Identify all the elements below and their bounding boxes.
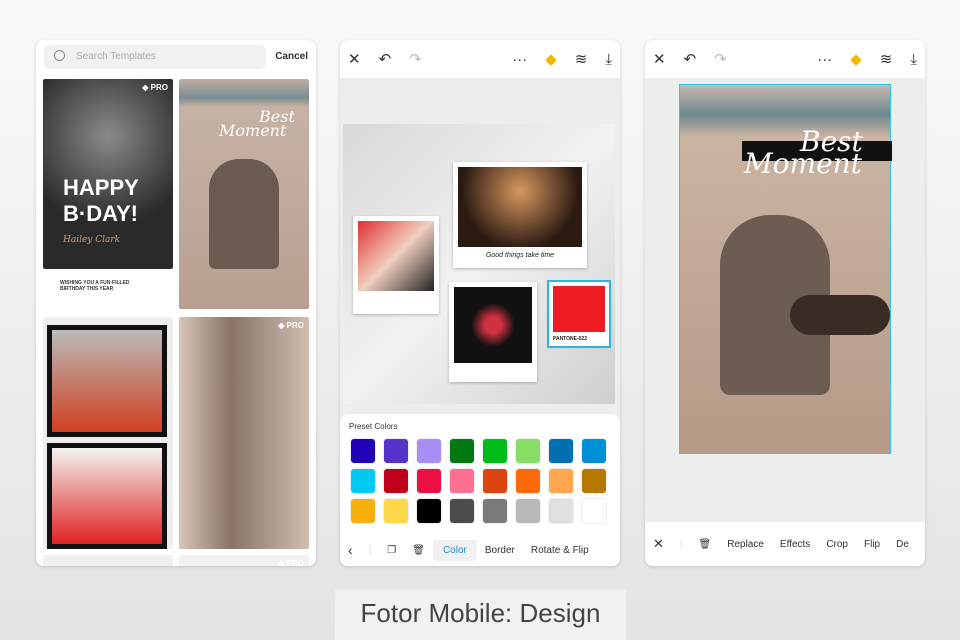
color-swatch[interactable] [449,438,475,464]
editor-canvas[interactable]: Best Moment [645,78,925,522]
download-icon[interactable]: ⤓ [910,51,917,68]
collage-editor-panel: ✕ ↶ ↷ ··· ◆ ≋ ⤓ Good things take time PANTONE… [340,40,620,566]
photo-face[interactable] [353,216,439,314]
close-icon[interactable]: ✕ [348,50,361,68]
editor-canvas[interactable]: Good things take time PANTONE-022 [340,78,620,452]
selected-photo[interactable]: Best Moment [679,84,892,454]
template-best-moment[interactable]: Best Moment [179,79,309,309]
color-swatch[interactable] [515,498,541,524]
color-swatch[interactable] [350,498,376,524]
color-swatch[interactable] [581,438,607,464]
cancel-button[interactable]: Cancel [275,51,308,62]
back-icon[interactable]: ‹ [340,542,361,558]
color-swatch[interactable] [581,498,607,524]
color-swatch[interactable] [350,438,376,464]
template-happy-bday[interactable]: ◆ PRO HAPPY B·DAY! Hailey Clark [43,79,173,269]
search-input[interactable]: Search Templates [44,45,266,69]
template-mirror[interactable]: ◆ PRO [179,317,309,549]
color-swatch[interactable] [548,438,574,464]
more-icon[interactable]: ··· [817,51,832,68]
flip-button[interactable]: Flip [856,539,888,550]
trash-icon[interactable]: 🗑 [691,539,720,550]
photo-flowers[interactable]: Good things take time [453,162,587,268]
tab-color[interactable]: Color [432,539,477,561]
more-icon[interactable]: ··· [512,51,527,68]
more-tool-button[interactable]: De [888,539,917,550]
pantone-card-selected[interactable]: PANTONE-022 [547,280,611,348]
tab-rotate-flip[interactable]: Rotate & Flip [523,545,597,556]
color-swatch[interactable] [416,438,442,464]
color-swatch[interactable] [548,498,574,524]
color-swatch[interactable] [416,498,442,524]
color-swatch[interactable] [449,468,475,494]
color-swatch[interactable] [581,468,607,494]
replace-button[interactable]: Replace [719,539,772,550]
photo-editor-panel: ✕ ↶ ↷ ··· ◆ ≋ ⤓ Best Moment ✕ | 🗑 Replace Effe… [645,40,925,566]
layers-icon[interactable]: ≋ [575,50,588,68]
undo-icon[interactable]: ↶ [379,50,392,68]
pro-diamond-icon[interactable]: ◆ [850,50,862,68]
color-swatch[interactable] [515,438,541,464]
caption: Fotor Mobile: Design [335,590,626,640]
undo-icon[interactable]: ↶ [684,50,697,68]
crop-button[interactable]: Crop [818,539,856,550]
color-swatch[interactable] [416,468,442,494]
collage: Good things take time PANTONE-022 [343,124,615,404]
search-icon [54,50,65,61]
color-swatch[interactable] [482,438,508,464]
redo-icon[interactable]: ↷ [409,50,422,68]
color-sheet: Preset Colors ‹ | ❐ 🗑 Color Border Rotate … [340,414,620,566]
color-swatch[interactable] [515,468,541,494]
layers-icon[interactable]: ≋ [880,50,893,68]
color-swatch[interactable] [350,468,376,494]
close-icon[interactable]: ✕ [645,536,672,552]
close-icon[interactable]: ✕ [653,50,666,68]
effects-button[interactable]: Effects [772,539,818,550]
color-swatch[interactable] [383,438,409,464]
template-browser-panel: Search Templates Cancel ◆ PRO HAPPY B·DA… [36,40,316,566]
color-swatch[interactable] [449,498,475,524]
template-red-suit[interactable] [43,317,173,549]
template-partial[interactable] [43,555,173,566]
redo-icon[interactable]: ↷ [714,50,727,68]
color-swatch[interactable] [482,498,508,524]
color-swatch[interactable] [383,468,409,494]
color-swatch[interactable] [548,468,574,494]
trash-icon[interactable]: 🗑 [404,545,433,556]
photo-rose[interactable] [449,282,537,382]
template-partial[interactable]: ◆ PRO [179,555,309,566]
download-icon[interactable]: ⤓ [605,51,612,68]
color-swatch[interactable] [482,468,508,494]
duplicate-icon[interactable]: ❐ [379,545,404,556]
color-swatch[interactable] [383,498,409,524]
tab-border[interactable]: Border [477,545,523,556]
pro-diamond-icon[interactable]: ◆ [545,50,557,68]
